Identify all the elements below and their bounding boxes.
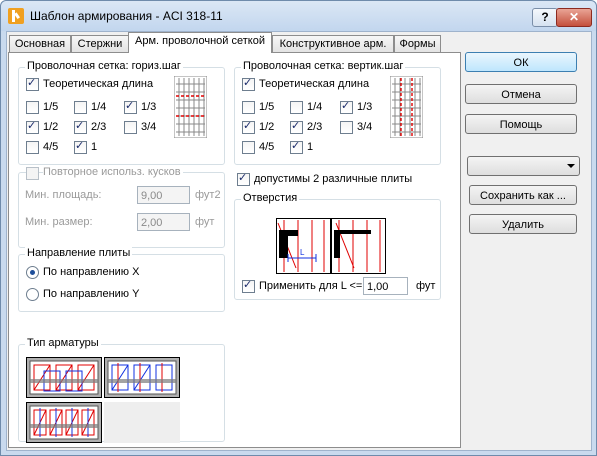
horiz-3-4-label: 3/4 — [141, 121, 157, 133]
horiz-1-label: 1 — [91, 141, 98, 153]
vert-1-label: 1 — [307, 141, 314, 153]
delete-button[interactable]: Удалить — [469, 214, 577, 234]
horiz-1-checkbox[interactable] — [74, 139, 87, 154]
openings-length-unit: фут — [416, 280, 436, 292]
direction-x-radio[interactable] — [26, 266, 39, 279]
app-logo-icon — [8, 8, 24, 24]
ok-button[interactable]: ОК — [465, 52, 577, 72]
openings-length-input[interactable]: 1,00 — [363, 277, 408, 295]
vert-spacing-group: Проволочная сетка: вертик.шаг Теоретичес… — [234, 60, 441, 165]
reuse-pieces-legend: Повторное использ. кусков — [43, 166, 183, 178]
help-title-button[interactable]: ? — [532, 8, 558, 27]
vert-1-2-label: 1/2 — [259, 121, 275, 133]
vert-1-3-checkbox[interactable] — [340, 99, 353, 114]
vert-theoretical-checkbox[interactable] — [242, 76, 255, 91]
min-size-unit: фут — [195, 216, 215, 228]
vert-3-4-label: 3/4 — [357, 121, 373, 133]
vert-1-4-label: 1/4 — [307, 101, 323, 113]
cancel-button[interactable]: Отмена — [465, 84, 577, 104]
chevron-down-icon — [567, 164, 575, 168]
rebar-type-empty-slot — [104, 402, 180, 443]
dialog-window: Шаблон армирования - ACI 318-11 ? ✕ Осно… — [0, 0, 597, 456]
vert-3-4-checkbox[interactable] — [340, 121, 353, 134]
close-button[interactable]: ✕ — [556, 8, 592, 27]
horiz-theoretical-checkbox[interactable] — [26, 76, 39, 91]
min-size-input[interactable]: 2,00 — [137, 213, 190, 231]
horiz-spacing-group: Проволочная сетка: гориз.шаг Теоретическ… — [18, 60, 225, 165]
horiz-4-5-label: 4/5 — [43, 141, 59, 153]
vert-4-5-checkbox[interactable] — [242, 141, 255, 154]
vert-2-3-label: 2/3 — [307, 121, 323, 133]
horiz-1-3-checkbox[interactable] — [124, 99, 137, 114]
rebar-type-3-thumbnail[interactable] — [26, 402, 102, 443]
two-plates-label: допустимы 2 различные плиты — [254, 173, 413, 185]
horiz-1-2-label: 1/2 — [43, 121, 59, 133]
horiz-4-5-checkbox[interactable] — [26, 141, 39, 154]
tab-constructive[interactable]: Конструктивное арм. — [272, 35, 394, 52]
help-button[interactable]: Помощь — [465, 114, 577, 134]
tab-bars[interactable]: Стержни — [71, 35, 129, 52]
min-area-input[interactable]: 9,00 — [137, 186, 190, 204]
horiz-group-legend: Проволочная сетка: гориз.шаг — [25, 60, 183, 72]
horiz-mesh-preview-icon — [174, 76, 207, 138]
vert-1-3-label: 1/3 — [357, 101, 373, 113]
rebar-type-2-thumbnail[interactable] — [104, 357, 180, 398]
horiz-1-2-checkbox[interactable] — [26, 119, 39, 134]
vert-1-4-checkbox[interactable] — [290, 101, 303, 114]
reuse-pieces-group: Повторное использ. кусков Мин. площадь: … — [18, 166, 225, 248]
horiz-1-5-label: 1/5 — [43, 101, 59, 113]
rebar-type-legend: Тип арматуры — [25, 337, 101, 349]
horiz-theoretical-label: Теоретическая длина — [43, 78, 154, 90]
horiz-3-4-checkbox[interactable] — [124, 121, 137, 134]
horiz-2-3-checkbox[interactable] — [74, 119, 87, 134]
tab-wire-mesh[interactable]: Арм. проволочной сеткой — [128, 32, 272, 53]
reuse-pieces-checkbox[interactable] — [26, 167, 39, 180]
openings-illustration-icon: L — [276, 218, 386, 274]
vert-group-legend: Проволочная сетка: вертик.шаг — [241, 60, 406, 72]
vert-2-3-checkbox[interactable] — [290, 119, 303, 134]
vert-4-5-label: 4/5 — [259, 141, 275, 153]
direction-y-label: По направлению Y — [43, 288, 140, 300]
min-area-label: Мин. площадь: — [25, 189, 102, 201]
template-combo[interactable] — [467, 156, 580, 176]
two-plates-checkbox[interactable] — [237, 171, 250, 186]
min-size-label: Мин. размер: — [25, 216, 93, 228]
horiz-1-5-checkbox[interactable] — [26, 101, 39, 114]
tab-forms[interactable]: Формы — [394, 35, 441, 52]
tab-page-wire-mesh: Проволочная сетка: гориз.шаг Теоретическ… — [8, 52, 461, 448]
vert-theoretical-label: Теоретическая длина — [259, 78, 370, 90]
direction-x-label: По направлению X — [43, 266, 140, 278]
tab-main[interactable]: Основная — [9, 35, 71, 52]
save-as-button[interactable]: Сохранить как ... — [469, 185, 577, 205]
dialog-client: Основная Стержни Арм. проволочной сеткой… — [6, 31, 592, 451]
vert-mesh-preview-icon — [390, 76, 423, 138]
vert-1-5-label: 1/5 — [259, 101, 275, 113]
direction-y-radio[interactable] — [26, 288, 39, 301]
rebar-type-1-thumbnail[interactable] — [26, 357, 102, 398]
openings-group-legend: Отверстия — [241, 192, 300, 204]
direction-group-legend: Направление плиты — [25, 247, 133, 259]
horiz-1-4-label: 1/4 — [91, 101, 107, 113]
rebar-type-group: Тип арматуры — [18, 337, 225, 443]
horiz-1-4-checkbox[interactable] — [74, 101, 87, 114]
horiz-1-3-label: 1/3 — [141, 101, 157, 113]
min-area-unit: фут2 — [195, 189, 221, 201]
vert-1-2-checkbox[interactable] — [242, 119, 255, 134]
svg-text:L: L — [300, 248, 305, 257]
openings-apply-label: Применить для L <= — [259, 280, 363, 292]
horiz-2-3-label: 2/3 — [91, 121, 107, 133]
window-title: Шаблон армирования - ACI 318-11 — [30, 9, 223, 23]
plate-direction-group: Направление плиты По направлению X По на… — [18, 247, 225, 312]
vert-1-checkbox[interactable] — [290, 139, 303, 154]
vert-1-5-checkbox[interactable] — [242, 101, 255, 114]
title-bar[interactable]: Шаблон армирования - ACI 318-11 ? ✕ — [1, 1, 596, 31]
openings-group: Отверстия L ✓ Применить для L <= 1,00 фу… — [234, 192, 441, 300]
openings-apply-checkbox[interactable] — [242, 278, 255, 293]
